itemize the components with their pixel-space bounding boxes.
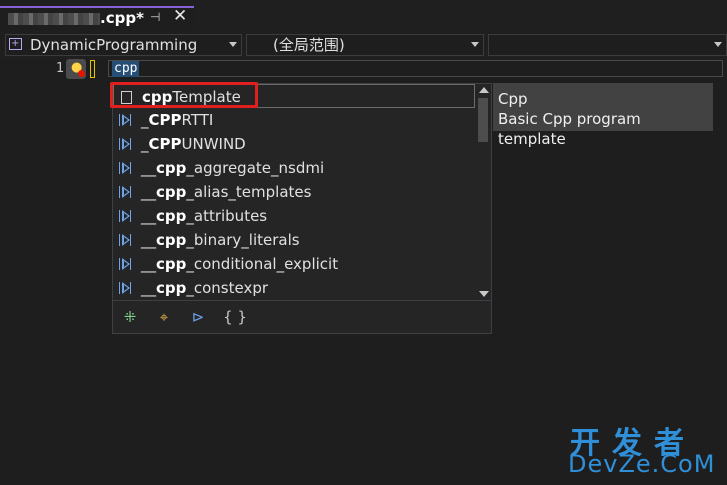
typed-text[interactable]: cpp <box>112 61 140 77</box>
keyword-icon <box>117 276 135 300</box>
chevron-down-icon <box>229 42 237 47</box>
lightbulb-icon[interactable]: ● <box>66 59 86 79</box>
completion-item[interactable]: __cpp_alias_templates <box>113 180 475 204</box>
tooltip-title: Cpp <box>498 90 528 108</box>
completion-item-label: __cpp_conditional_explicit <box>141 255 339 273</box>
change-marker <box>90 60 95 78</box>
current-line[interactable] <box>108 60 723 77</box>
completion-filter-bar: ⁜ ⌖ ⊳ { } <box>113 300 491 333</box>
keyword-icon <box>117 132 135 156</box>
blurred-filename <box>8 13 100 25</box>
watermark-en: DevZe.CoM <box>568 450 716 478</box>
close-icon[interactable]: ✕ <box>173 6 187 26</box>
completion-item-label: __cpp_attributes <box>141 207 268 225</box>
chevron-down-icon <box>714 42 722 47</box>
project-icon <box>9 34 22 54</box>
completion-item-label: __cpp_aggregate_nsdmi <box>141 159 325 177</box>
completion-item-label: __cpp_binary_literals <box>141 231 300 249</box>
scroll-down-icon[interactable] <box>479 291 489 297</box>
completion-item[interactable]: _CPPRTTI <box>113 108 475 132</box>
project-dropdown[interactable]: DynamicProgramming <box>5 34 242 56</box>
filter-member-icon[interactable]: ⌖ <box>153 307 175 327</box>
completion-item[interactable]: __cpp_attributes <box>113 204 475 228</box>
completion-item[interactable]: __cpp_binary_literals <box>113 228 475 252</box>
line-number: 1 <box>56 61 65 76</box>
completion-item[interactable]: _CPPUNWIND <box>113 132 475 156</box>
completion-item[interactable]: __cpp_constexpr <box>113 276 475 300</box>
navigation-bar: DynamicProgramming (全局范围) <box>0 30 727 60</box>
keyword-icon <box>117 180 135 204</box>
member-dropdown[interactable] <box>488 34 727 56</box>
keyword-icon <box>117 204 135 228</box>
completion-item[interactable]: __cpp_conditional_explicit <box>113 252 475 276</box>
completion-item-label: _CPPUNWIND <box>141 135 246 153</box>
completion-item[interactable]: __cpp_aggregate_nsdmi <box>113 156 475 180</box>
project-name: DynamicProgramming <box>30 36 198 54</box>
scope-label: (全局范围) <box>273 36 345 54</box>
scrollbar-thumb[interactable] <box>478 98 488 142</box>
keyword-icon <box>117 156 135 180</box>
scroll-up-icon[interactable] <box>479 87 489 93</box>
completion-item-label: __cpp_constexpr <box>141 279 269 297</box>
completion-item-label: __cpp_alias_templates <box>141 183 312 201</box>
completion-item-label: _CPPRTTI <box>141 111 214 129</box>
completion-list: cppTemplate _CPPRTTI _CPPUNWIND __cpp_aggre… <box>113 84 475 300</box>
intellisense-popup: cppTemplate _CPPRTTI _CPPUNWIND __cpp_aggre… <box>112 83 492 334</box>
filter-snippet-icon[interactable]: ⁜ <box>119 307 141 327</box>
keyword-icon <box>117 108 135 132</box>
filter-braces-icon[interactable]: { } <box>221 307 249 327</box>
chevron-down-icon <box>471 42 479 47</box>
scrollbar[interactable] <box>475 84 491 300</box>
filter-keyword-icon[interactable]: ⊳ <box>187 307 209 327</box>
pin-icon[interactable]: ⊣ <box>150 10 160 24</box>
tooltip-description: Basic Cpp program template <box>498 110 641 148</box>
keyword-icon <box>117 228 135 252</box>
completion-tooltip: Cpp Basic Cpp program template <box>493 83 713 148</box>
tab-bar: .cpp* ⊣ ✕ <box>0 0 727 30</box>
highlight-annotation <box>110 82 258 108</box>
tab-title: .cpp* <box>100 9 144 27</box>
tab-active-file[interactable]: .cpp* ⊣ ✕ <box>0 6 194 30</box>
editor-margin <box>0 60 24 485</box>
scope-dropdown[interactable]: (全局范围) <box>246 34 484 56</box>
keyword-icon <box>117 252 135 276</box>
